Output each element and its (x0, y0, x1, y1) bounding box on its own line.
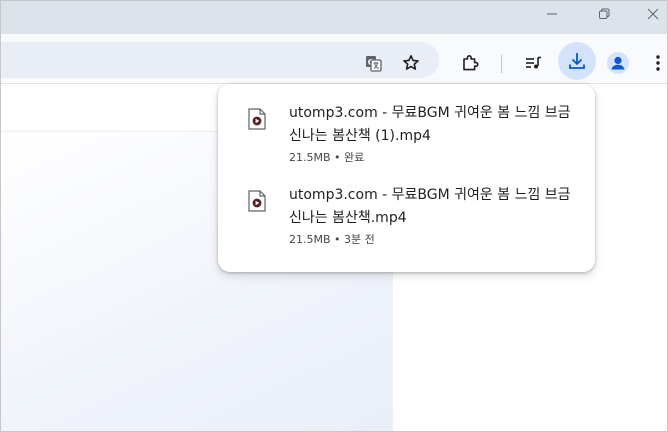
close-icon (647, 8, 659, 20)
toolbar-divider (501, 55, 502, 73)
download-filename: utomp3.com - 무료BGM 귀여운 봄 느낌 브금 신나는 봄산책 (… (289, 105, 571, 144)
status-separator: • (334, 151, 341, 164)
close-window-button[interactable] (633, 1, 667, 27)
bookmark-button[interactable] (395, 47, 427, 79)
restore-button[interactable] (581, 1, 627, 27)
menu-icon (656, 55, 660, 71)
profile-icon (607, 52, 629, 74)
status-separator: • (334, 233, 341, 246)
download-item[interactable]: utomp3.com - 무료BGM 귀여운 봄 느낌 브금 신나는 봄산책.m… (218, 180, 595, 260)
download-status: 21.5MB • 완료 (289, 151, 364, 165)
download-state: 3분 전 (344, 233, 375, 246)
download-item[interactable]: utomp3.com - 무료BGM 귀여운 봄 느낌 브금 신나는 봄산책 (… (218, 98, 595, 178)
toolbar: G (1, 34, 667, 84)
minimize-button[interactable] (529, 1, 575, 27)
downloads-bubble: utomp3.com - 무료BGM 귀여운 봄 느낌 브금 신나는 봄산책 (… (218, 84, 595, 272)
title-bar (1, 1, 667, 34)
reading-list-icon (526, 56, 541, 69)
downloads-button[interactable] (558, 42, 596, 80)
bookmark-star-icon (403, 55, 419, 70)
video-file-icon (248, 108, 266, 130)
profile-button[interactable] (601, 46, 635, 80)
minimize-icon (547, 13, 557, 15)
translate-icon: G (366, 56, 382, 72)
download-size: 21.5MB (289, 151, 331, 164)
download-state: 완료 (344, 151, 365, 164)
download-size: 21.5MB (289, 233, 331, 246)
download-icon (569, 53, 585, 69)
browser-window: G (0, 0, 668, 432)
restore-icon (599, 8, 610, 19)
extensions-button[interactable] (454, 47, 486, 79)
reading-list-button[interactable] (517, 47, 549, 79)
download-filename: utomp3.com - 무료BGM 귀여운 봄 느낌 브금 신나는 봄산책.m… (289, 187, 571, 226)
extensions-icon (463, 55, 479, 71)
download-status: 21.5MB • 3분 전 (289, 233, 375, 247)
menu-button[interactable] (646, 47, 667, 79)
translate-button[interactable]: G (357, 47, 389, 79)
video-file-icon (248, 190, 266, 212)
